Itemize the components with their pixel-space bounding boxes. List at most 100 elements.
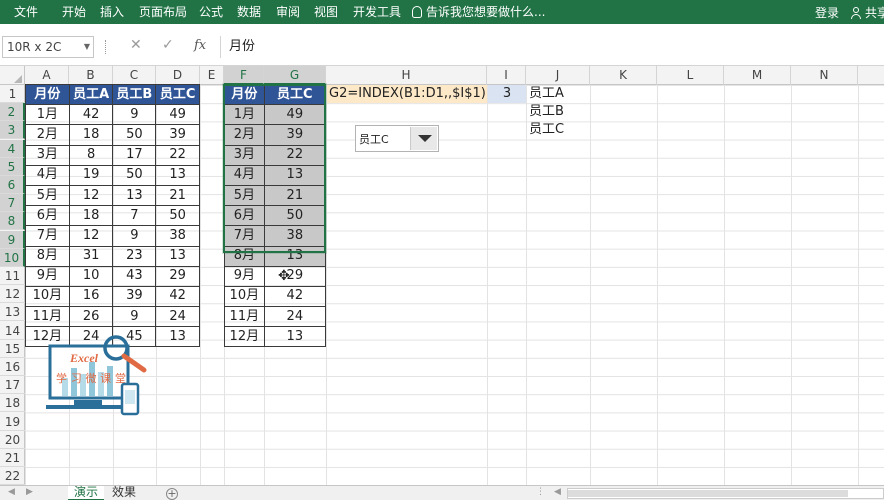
value-cell[interactable]: 9 [112,104,157,126]
month-cell[interactable]: 2月 [25,124,70,146]
tab-insert[interactable]: 插入 [100,4,124,20]
list-item[interactable]: 员工B [529,103,564,121]
value-cell[interactable]: 13 [155,164,200,186]
sheet-tab-demo[interactable]: 演示 [68,486,105,500]
value-cell[interactable]: 50 [112,164,157,186]
value-cell[interactable]: 12 [68,184,114,207]
select-all-corner[interactable] [0,66,25,85]
column-header-m[interactable]: M [724,66,791,85]
row-header[interactable]: 12 [0,285,25,304]
employee-combo-box[interactable]: 员工C [355,125,439,152]
value-cell[interactable]: 16 [68,285,114,308]
row-header[interactable]: 8 [0,212,25,231]
row-header[interactable]: 11 [0,267,25,285]
month-cell[interactable]: 9月 [25,265,70,287]
value-cell[interactable]: 38 [263,225,327,247]
tell-me-box[interactable]: 告诉我您想要做什么... [412,4,545,20]
header-employee-c[interactable]: 员工C [155,83,200,106]
row-header[interactable]: 18 [0,394,25,413]
tab-file[interactable]: 文件 [14,4,38,20]
index-value-cell[interactable]: 3 [488,85,526,103]
value-cell[interactable]: 13 [263,164,327,186]
value-cell[interactable]: 13 [155,245,200,267]
value-cell[interactable]: 31 [68,245,114,267]
row-header[interactable]: 7 [0,194,25,213]
formula-input[interactable]: 月份 [220,36,884,58]
value-cell[interactable]: 42 [263,285,327,308]
month-cell[interactable]: 5月 [25,184,70,207]
dropdown-arrow-icon[interactable] [410,127,437,150]
confirm-icon[interactable]: ✓ [162,37,174,53]
sheet-tab-result[interactable]: 效果 [106,486,142,500]
month-cell[interactable]: 6月 [224,205,265,227]
value-cell[interactable]: 9 [112,306,157,328]
month-cell[interactable]: 11月 [25,306,70,328]
row-header[interactable]: 14 [0,322,25,340]
month-cell[interactable]: 12月 [224,326,265,348]
month-cell[interactable]: 7月 [25,225,70,247]
month-cell[interactable]: 1月 [25,104,70,126]
column-header-d[interactable]: D [156,66,200,85]
month-cell[interactable]: 2月 [224,124,265,146]
share-button[interactable]: 共享 [850,4,884,21]
value-cell[interactable]: 18 [68,205,114,227]
value-cell[interactable]: 10 [68,265,114,287]
value-cell[interactable]: 24 [155,306,200,328]
tab-data[interactable]: 数据 [237,4,261,20]
list-item[interactable]: 员工A [529,85,564,103]
value-cell[interactable]: 23 [112,245,157,267]
month-cell[interactable]: 8月 [25,245,70,267]
value-cell[interactable]: 29 [263,265,327,287]
header-employee-b[interactable]: 员工B [112,83,157,106]
column-header-c[interactable]: C [113,66,156,85]
header-month[interactable]: 月份 [224,83,265,106]
tab-home[interactable]: 开始 [62,4,86,20]
value-cell[interactable]: 22 [155,144,200,166]
scroll-right-icon[interactable]: ▶ [26,487,33,497]
column-header-h[interactable]: H [326,66,487,85]
month-cell[interactable]: 8月 [224,245,265,267]
column-header-j[interactable]: J [526,66,590,85]
row-header[interactable]: 4 [0,139,25,158]
value-cell[interactable]: 22 [263,144,327,166]
value-cell[interactable]: 13 [263,326,327,348]
value-cell[interactable]: 29 [155,265,200,287]
tab-page-layout[interactable]: 页面布局 [139,4,187,20]
row-header[interactable]: 21 [0,449,25,467]
month-cell[interactable]: 5月 [224,184,265,207]
column-header-k[interactable]: K [590,66,657,85]
value-cell[interactable]: 50 [112,124,157,146]
more-sheets-icon[interactable]: ⋮ [536,487,545,497]
value-cell[interactable]: 39 [112,285,157,308]
value-cell[interactable]: 49 [263,104,327,126]
month-cell[interactable]: 7月 [224,225,265,247]
tab-review[interactable]: 审阅 [276,4,300,20]
month-cell[interactable]: 10月 [25,285,70,308]
value-cell[interactable]: 7 [112,205,157,227]
login-button[interactable]: 登录 [815,4,839,21]
month-cell[interactable]: 4月 [25,164,70,186]
value-cell[interactable]: 38 [155,225,200,247]
row-header[interactable]: 10 [0,248,25,267]
row-header[interactable]: 17 [0,376,25,395]
month-cell[interactable]: 10月 [224,285,265,308]
value-cell[interactable]: 12 [68,225,114,247]
column-header-i[interactable]: I [487,66,526,85]
row-header[interactable]: 16 [0,358,25,376]
column-header-n[interactable]: N [791,66,858,85]
value-cell[interactable]: 42 [68,104,114,126]
value-cell[interactable]: 39 [155,124,200,146]
month-cell[interactable]: 11月 [224,306,265,328]
tab-developer[interactable]: 开发工具 [353,4,401,20]
cancel-icon[interactable]: ✕ [130,37,142,53]
value-cell[interactable]: 21 [263,184,327,207]
tab-view[interactable]: 视图 [314,4,338,20]
column-header-l[interactable]: L [657,66,724,85]
row-header[interactable]: 2 [0,103,25,122]
value-cell[interactable]: 13 [155,326,200,348]
value-cell[interactable]: 13 [263,245,327,267]
row-header[interactable]: 5 [0,157,25,176]
insert-function-button[interactable]: fx [194,38,206,53]
row-header[interactable]: 1 [0,85,25,103]
scrollbar-thumb[interactable] [568,490,848,497]
